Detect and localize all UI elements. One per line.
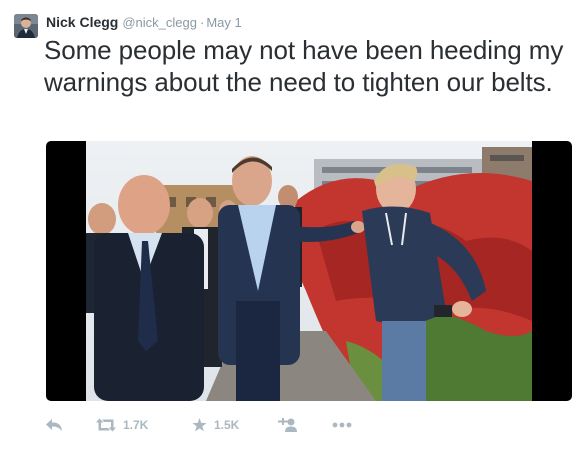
- author-name[interactable]: Nick Clegg: [46, 14, 118, 30]
- add-user-icon: [278, 418, 297, 432]
- tweet: Nick Clegg @nick_clegg · May 1 Some people …: [0, 0, 587, 454]
- tweet-actions: 1.7K 1.5K: [46, 414, 352, 436]
- retweet-count: 1.7K: [123, 418, 149, 432]
- author-handle[interactable]: @nick_clegg: [122, 15, 197, 30]
- avatar[interactable]: [14, 14, 38, 38]
- retweet-button[interactable]: 1.7K: [96, 418, 192, 432]
- star-icon: [192, 418, 207, 432]
- photo-image: [86, 141, 532, 401]
- favorite-button[interactable]: 1.5K: [192, 418, 278, 432]
- follow-button[interactable]: [278, 418, 332, 432]
- tweet-photo[interactable]: [46, 141, 572, 401]
- avatar-image: [14, 14, 38, 38]
- separator: ·: [199, 15, 205, 30]
- tweet-header: Nick Clegg @nick_clegg · May 1: [46, 13, 242, 32]
- tweet-date[interactable]: May 1: [206, 15, 241, 30]
- reply-icon: [46, 419, 62, 431]
- favorite-count: 1.5K: [214, 418, 240, 432]
- reply-button[interactable]: [46, 418, 96, 432]
- tweet-text: Some people may not have been heeding my…: [44, 35, 564, 97]
- more-button[interactable]: [332, 422, 352, 428]
- retweet-icon: [96, 418, 116, 432]
- more-dots-icon: [332, 422, 352, 428]
